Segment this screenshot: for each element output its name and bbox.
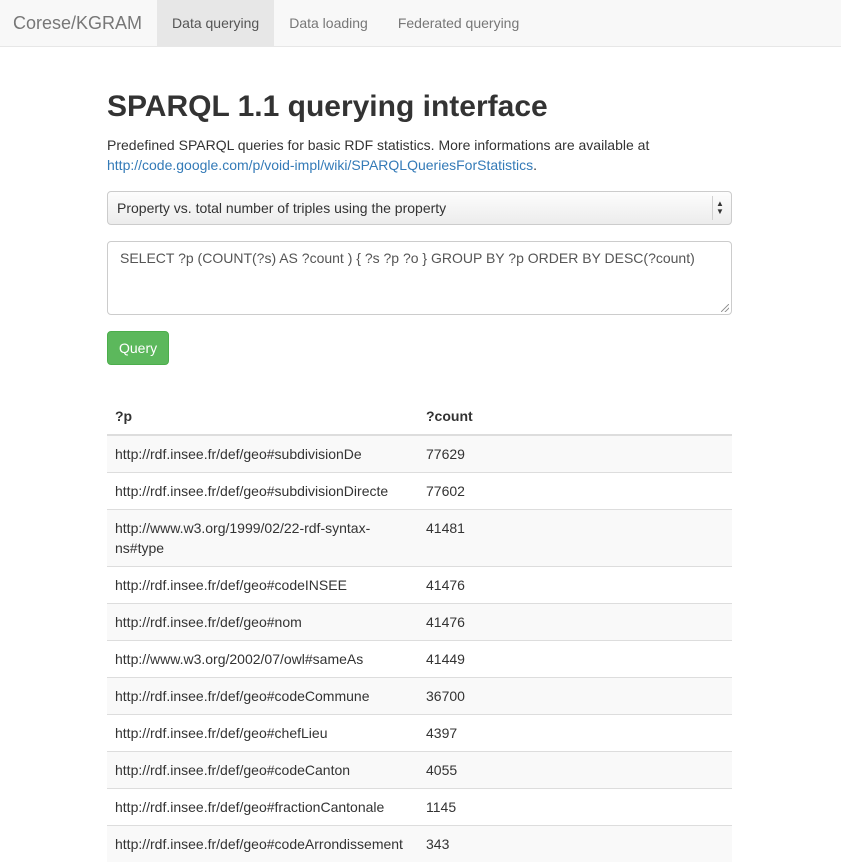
resize-grip-icon[interactable] [721,304,729,312]
cell-property: http://rdf.insee.fr/def/geo#subdivisionD… [107,435,418,473]
table-row: http://rdf.insee.fr/def/geo#subdivisionD… [107,473,732,510]
header-count: ?count [418,397,732,435]
table-row: http://rdf.insee.fr/def/geo#codeCommune3… [107,678,732,715]
table-row: http://rdf.insee.fr/def/geo#fractionCant… [107,789,732,826]
cell-count: 41476 [418,567,732,604]
intro-text-body: Predefined SPARQL queries for basic RDF … [107,137,649,153]
query-textarea[interactable]: SELECT ?p (COUNT(?s) AS ?count ) { ?s ?p… [107,241,732,315]
cell-count: 77602 [418,473,732,510]
cell-count: 77629 [418,435,732,473]
cell-count: 4397 [418,715,732,752]
table-row: http://rdf.insee.fr/def/geo#codeCanton40… [107,752,732,789]
header-p: ?p [107,397,418,435]
tab-federated-querying[interactable]: Federated querying [383,0,534,46]
table-row: http://rdf.insee.fr/def/geo#nom41476 [107,604,732,641]
page-title: SPARQL 1.1 querying interface [107,89,732,125]
cell-property: http://rdf.insee.fr/def/geo#codeINSEE [107,567,418,604]
cell-property: http://rdf.insee.fr/def/geo#fractionCant… [107,789,418,826]
select-arrows-icon: ▲▼ [712,196,727,220]
cell-count: 41476 [418,604,732,641]
cell-count: 4055 [418,752,732,789]
navbar: Corese/KGRAM Data querying Data loading … [0,0,841,47]
predefined-query-select[interactable]: Property vs. total number of triples usi… [107,191,732,225]
query-text: SELECT ?p (COUNT(?s) AS ?count ) { ?s ?p… [120,250,695,266]
table-row: http://www.w3.org/2002/07/owl#sameAs4144… [107,641,732,678]
statistics-doc-link[interactable]: http://code.google.com/p/void-impl/wiki/… [107,157,533,173]
cell-property: http://rdf.insee.fr/def/geo#nom [107,604,418,641]
tab-data-loading[interactable]: Data loading [274,0,383,46]
tab-data-querying[interactable]: Data querying [157,0,274,46]
cell-property-text: http://www.w3.org/1999/02/22-rdf-syntax-… [115,518,385,558]
cell-count: 36700 [418,678,732,715]
cell-count: 41481 [418,510,732,567]
cell-count: 343 [418,826,732,862]
cell-property: http://rdf.insee.fr/def/geo#codeCanton [107,752,418,789]
table-row: http://rdf.insee.fr/def/geo#subdivisionD… [107,435,732,473]
cell-property: http://rdf.insee.fr/def/geo#codeArrondis… [107,826,418,862]
cell-count: 1145 [418,789,732,826]
cell-property: http://www.w3.org/2002/07/owl#sameAs [107,641,418,678]
table-row: http://www.w3.org/1999/02/22-rdf-syntax-… [107,510,732,567]
table-row: http://rdf.insee.fr/def/geo#codeArrondis… [107,826,732,862]
intro-text: Predefined SPARQL queries for basic RDF … [107,135,732,175]
cell-count: 41449 [418,641,732,678]
table-row: http://rdf.insee.fr/def/geo#codeINSEE414… [107,567,732,604]
cell-property: http://rdf.insee.fr/def/geo#codeCommune [107,678,418,715]
brand-link[interactable]: Corese/KGRAM [0,0,157,46]
cell-property: http://www.w3.org/1999/02/22-rdf-syntax-… [107,510,418,567]
predefined-query-selected: Property vs. total number of triples usi… [117,200,446,216]
cell-property: http://rdf.insee.fr/def/geo#chefLieu [107,715,418,752]
table-header-row: ?p ?count [107,397,732,435]
results-table: ?p ?count http://rdf.insee.fr/def/geo#su… [107,397,732,862]
intro-text-end: . [533,157,537,173]
main-content: SPARQL 1.1 querying interface Predefined… [107,47,732,862]
cell-property: http://rdf.insee.fr/def/geo#subdivisionD… [107,473,418,510]
table-row: http://rdf.insee.fr/def/geo#chefLieu4397 [107,715,732,752]
query-button[interactable]: Query [107,331,169,365]
